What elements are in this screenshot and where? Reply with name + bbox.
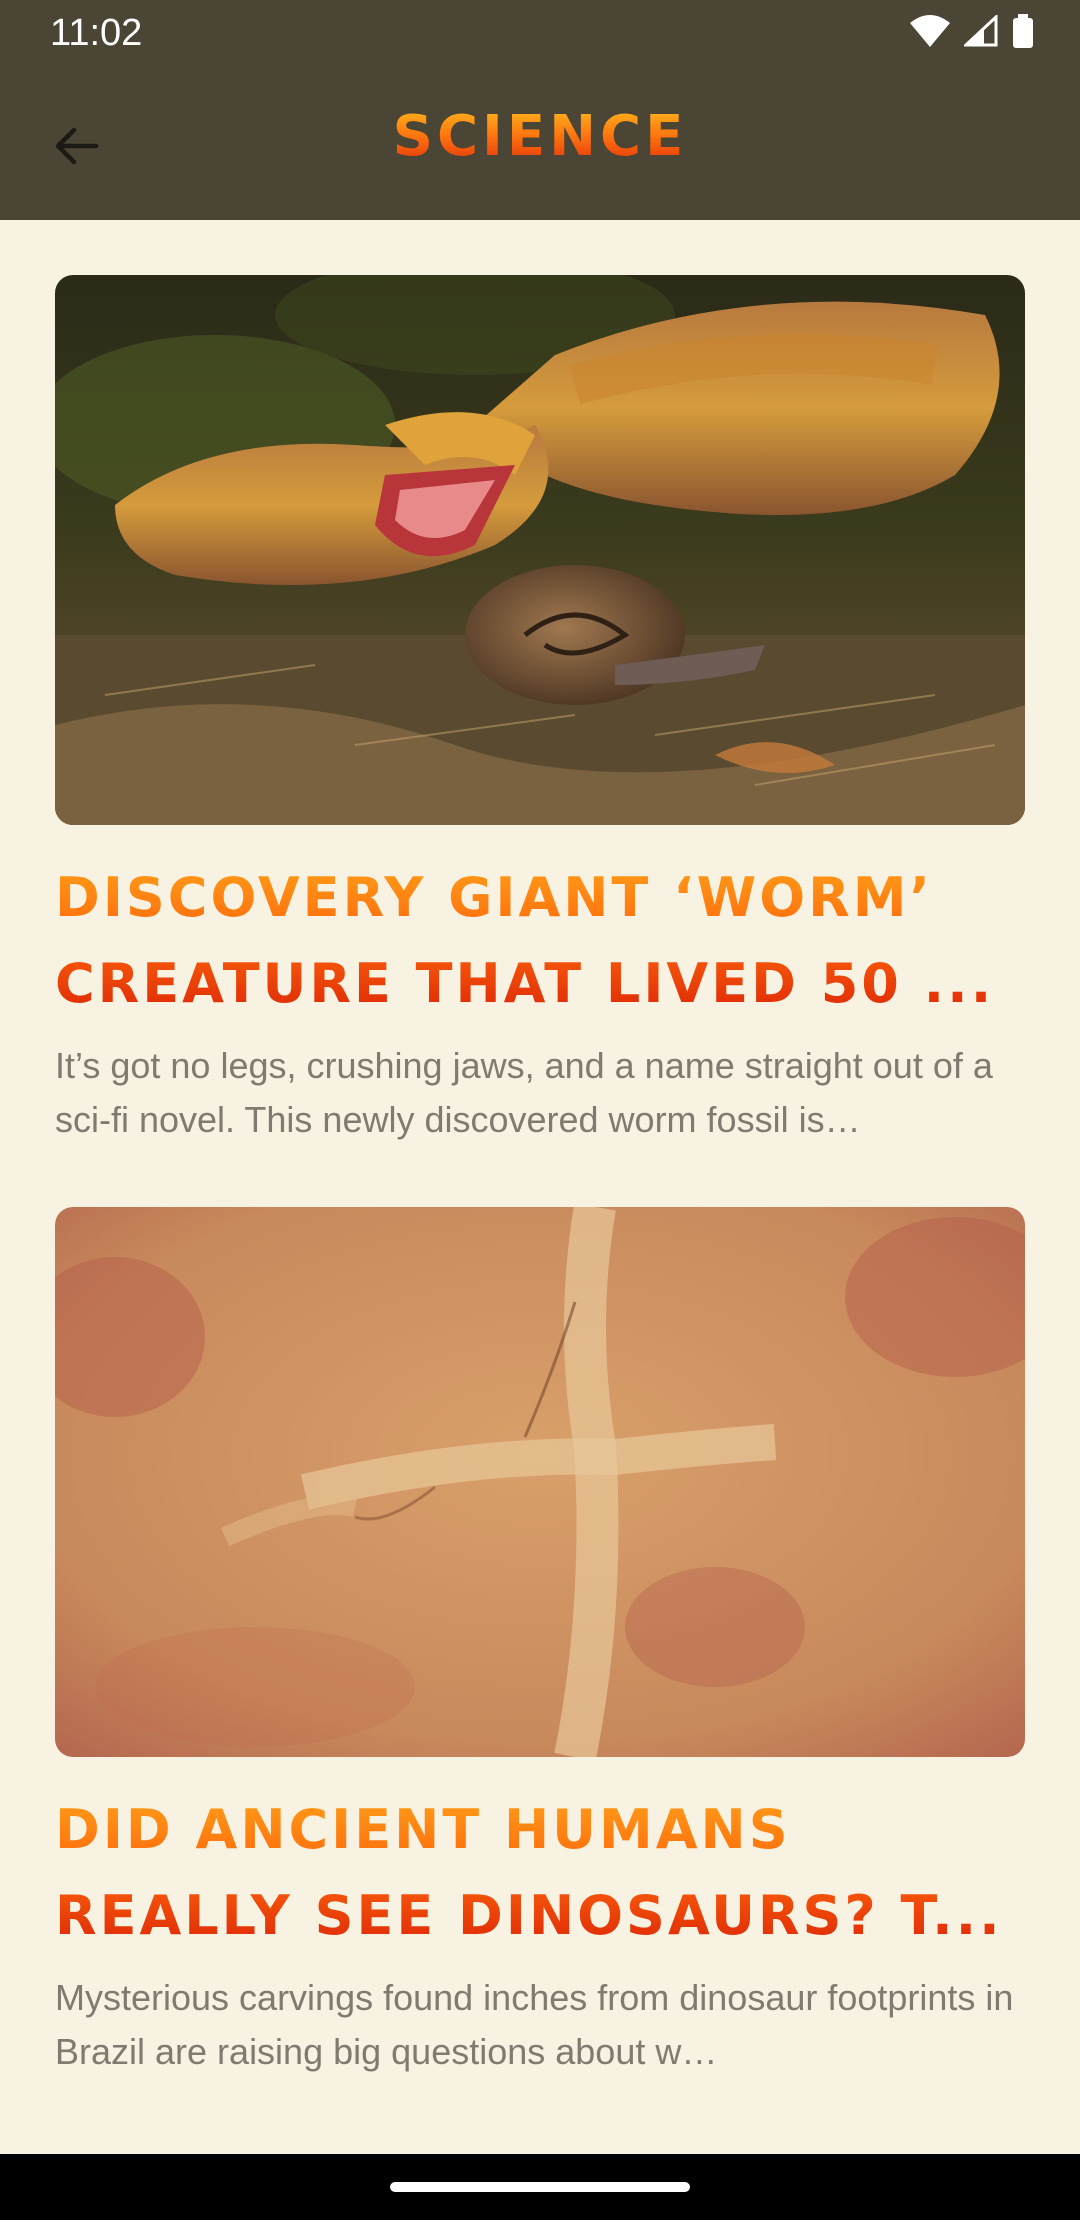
signal-icon [964,15,998,47]
article-feed[interactable]: DISCOVERY GIANT ‘WORM’ CREATURE THAT LIV… [55,275,1025,2139]
app-bar: SCIENCE [0,66,1080,220]
wifi-icon [910,15,950,47]
article-image-worm-creature[interactable] [55,275,1025,825]
status-bar: 11:02 [0,0,1080,66]
article-card[interactable]: DID ANCIENT HUMANS REALLY SEE DINOSAURS?… [55,1207,1025,2079]
article-title[interactable]: DISCOVERY GIANT ‘WORM’ CREATURE THAT LIV… [55,855,1025,1027]
article-card[interactable]: DISCOVERY GIANT ‘WORM’ CREATURE THAT LIV… [55,275,1025,1147]
status-time: 11:02 [50,12,143,54]
article-summary: Mysterious carvings found inches from di… [55,1977,1014,2072]
status-icons [910,14,1034,48]
home-indicator[interactable] [390,2182,690,2192]
article-title[interactable]: DID ANCIENT HUMANS REALLY SEE DINOSAURS?… [55,1787,1025,1959]
article-image-rock-carving[interactable] [55,1207,1025,1757]
article-summary: It’s got no legs, crushing jaws, and a n… [55,1045,993,1140]
battery-icon [1013,14,1033,48]
page-title: SCIENCE [0,104,1080,169]
navigation-bar [0,2154,1080,2220]
